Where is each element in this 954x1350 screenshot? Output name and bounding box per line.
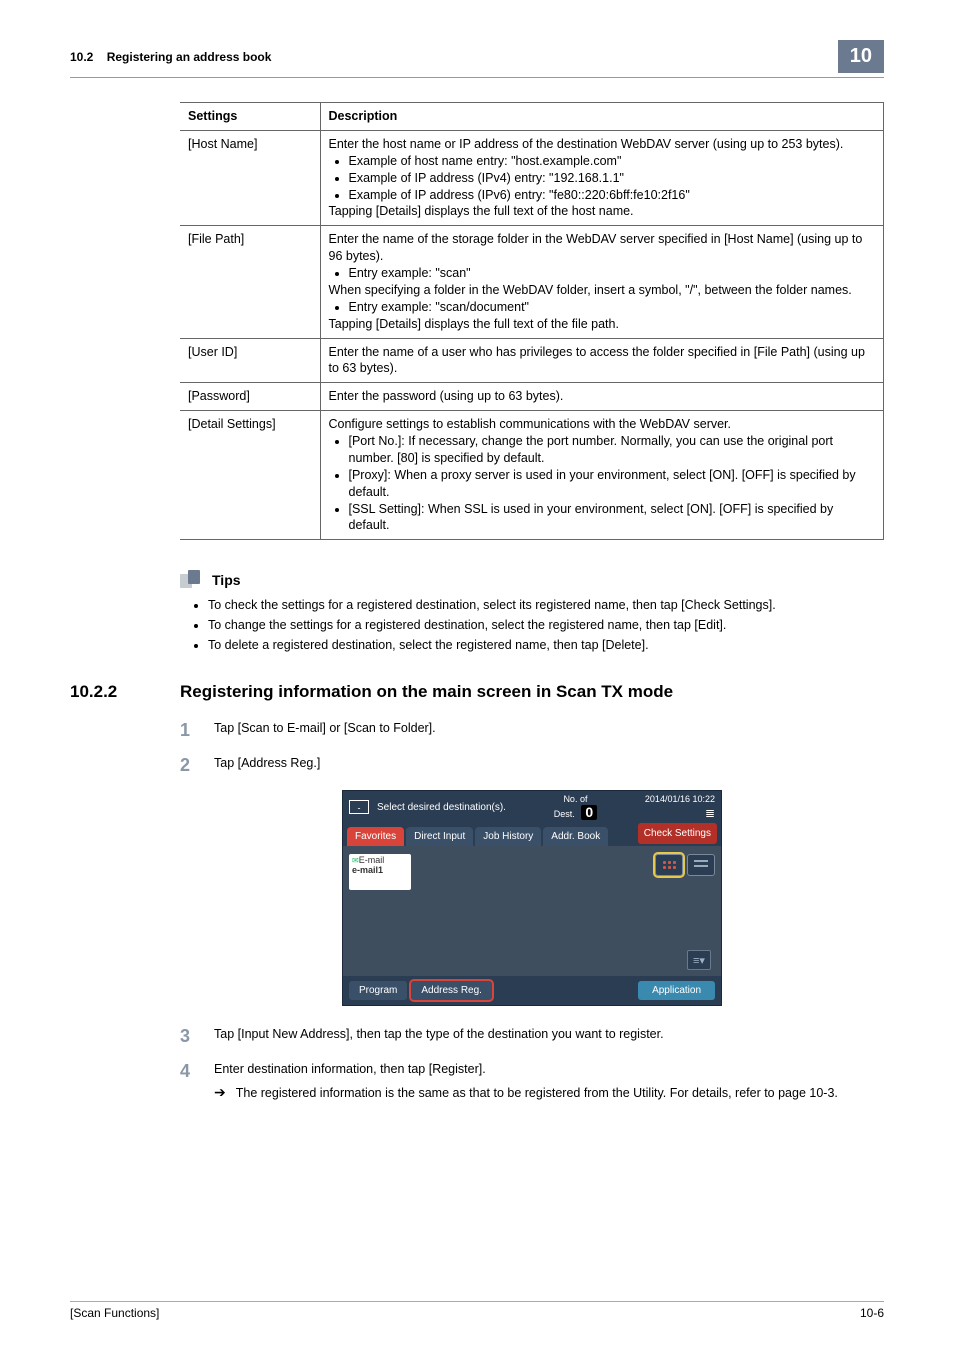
table-row: [Host Name] Enter the host name or IP ad… <box>180 130 884 225</box>
tips-icon <box>180 570 206 590</box>
setting-name: [Host Name] <box>180 130 320 225</box>
subsection-heading: 10.2.2 Registering information on the ma… <box>70 682 884 702</box>
tab-job-history[interactable]: Job History <box>475 827 541 846</box>
settings-table: Settings Description [Host Name] Enter t… <box>180 102 884 540</box>
application-button[interactable]: Application <box>638 981 715 1000</box>
step-number: 1 <box>180 720 198 741</box>
screenshot-prompt: Select desired destination(s). <box>377 802 506 813</box>
dest-count: 0 <box>581 805 597 820</box>
tips-item: To delete a registered destination, sele… <box>208 638 884 652</box>
arrow-icon: ➔ <box>214 1085 226 1103</box>
tips-item: To check the settings for a registered d… <box>208 598 884 612</box>
page-header: 10.2 Registering an address book 10 <box>70 40 884 78</box>
view-list-button[interactable] <box>687 854 715 876</box>
tips-item: To change the settings for a registered … <box>208 618 884 632</box>
expand-toggle-button[interactable]: ≡▾ <box>687 950 711 970</box>
setting-name: [Detail Settings] <box>180 411 320 540</box>
email-icon: ✉ <box>352 856 359 865</box>
step: 4 Enter destination information, then ta… <box>180 1061 884 1102</box>
chapter-badge: 10 <box>838 40 884 73</box>
step-text: Enter destination information, then tap … <box>214 1062 486 1076</box>
menu-icon[interactable]: ≣ <box>645 806 715 820</box>
envelope-icon <box>349 800 369 814</box>
table-row: [File Path] Enter the name of the storag… <box>180 226 884 338</box>
check-settings-button[interactable]: Check Settings <box>638 823 717 844</box>
setting-desc: Enter the name of the storage folder in … <box>320 226 884 338</box>
tips-label: Tips <box>212 572 241 588</box>
step: 1 Tap [Scan to E-mail] or [Scan to Folde… <box>180 720 884 741</box>
step-text: Tap [Scan to E-mail] or [Scan to Folder]… <box>214 720 884 738</box>
step-text: Tap [Address Reg.] <box>214 755 884 773</box>
destination-card-email[interactable]: ✉E-mail e-mail1 <box>349 854 411 890</box>
table-row: [Password] Enter the password (using up … <box>180 383 884 411</box>
setting-desc: Enter the host name or IP address of the… <box>320 130 884 225</box>
table-row: [Detail Settings] Configure settings to … <box>180 411 884 540</box>
header-section-no: 10.2 <box>70 50 93 64</box>
table-row: [User ID] Enter the name of a user who h… <box>180 338 884 383</box>
step-number: 4 <box>180 1061 198 1082</box>
tab-addr-book[interactable]: Addr. Book <box>543 827 608 846</box>
steps-list: 1 Tap [Scan to E-mail] or [Scan to Folde… <box>180 720 884 1102</box>
footer-left: [Scan Functions] <box>70 1306 159 1320</box>
footer-right: 10-6 <box>860 1306 884 1320</box>
tab-direct-input[interactable]: Direct Input <box>406 827 473 846</box>
view-grid-button[interactable] <box>655 854 683 876</box>
header-section-title: Registering an address book <box>107 50 272 64</box>
dest-count-area: No. of Dest. 0 <box>554 795 597 820</box>
setting-desc: Configure settings to establish communic… <box>320 411 884 540</box>
address-reg-button[interactable]: Address Reg. <box>411 981 492 1000</box>
step: 3 Tap [Input New Address], then tap the … <box>180 1026 884 1047</box>
col-header-settings: Settings <box>180 103 320 131</box>
substep-text: The registered information is the same a… <box>236 1085 838 1103</box>
screenshot-datetime: 2014/01/16 10:22 <box>645 794 715 804</box>
setting-desc: Enter the password (using up to 63 bytes… <box>320 383 884 411</box>
subsection-title: Registering information on the main scre… <box>180 682 673 702</box>
tips-block: Tips To check the settings for a registe… <box>180 570 884 652</box>
setting-name: [Password] <box>180 383 320 411</box>
setting-desc: Enter the name of a user who has privile… <box>320 338 884 383</box>
tab-favorites[interactable]: Favorites <box>347 827 404 846</box>
step-text: Tap [Input New Address], then tap the ty… <box>214 1026 884 1044</box>
tips-list: To check the settings for a registered d… <box>180 598 884 652</box>
step: 2 Tap [Address Reg.] <box>180 755 884 776</box>
setting-name: [User ID] <box>180 338 320 383</box>
col-header-description: Description <box>320 103 884 131</box>
step-number: 2 <box>180 755 198 776</box>
program-button[interactable]: Program <box>349 981 407 1000</box>
page-footer: [Scan Functions] 10-6 <box>70 1301 884 1320</box>
subsection-num: 10.2.2 <box>70 682 180 702</box>
header-section: 10.2 Registering an address book <box>70 50 271 64</box>
setting-name: [File Path] <box>180 226 320 338</box>
device-screenshot: Select desired destination(s). No. of De… <box>180 790 884 1006</box>
step-number: 3 <box>180 1026 198 1047</box>
